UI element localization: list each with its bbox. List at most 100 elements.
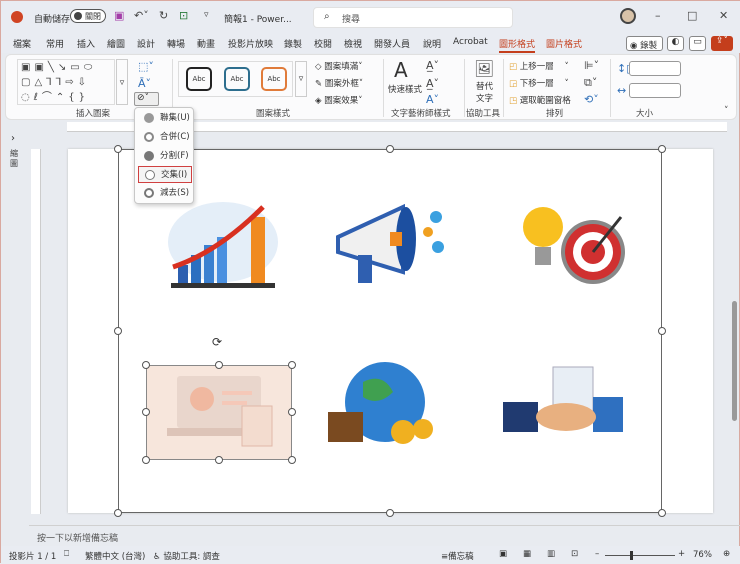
notes-toggle[interactable]: ≡備忘稿 bbox=[441, 550, 474, 562]
tab-design[interactable]: 設計 bbox=[137, 37, 155, 50]
resize-handle[interactable] bbox=[142, 361, 150, 369]
menu-item-fragment[interactable]: 分割(F) bbox=[138, 148, 192, 165]
search-box[interactable]: ⌕ 搜尋 bbox=[313, 7, 513, 28]
close-icon[interactable]: ✕ bbox=[719, 10, 728, 21]
shape-effects-button[interactable]: ◈ 圖案效果˅ bbox=[315, 94, 363, 106]
tab-file[interactable]: 檔案 bbox=[13, 37, 31, 50]
resize-handle[interactable] bbox=[114, 327, 122, 335]
quick-styles-icon[interactable]: A bbox=[394, 58, 408, 82]
shape-outline-button[interactable]: ✎ 圖案外框˅ bbox=[315, 77, 363, 89]
width-input[interactable] bbox=[629, 83, 681, 98]
zoom-slider-thumb[interactable] bbox=[629, 551, 633, 560]
slideshow-icon[interactable]: ⊡ bbox=[571, 549, 578, 559]
spellcheck-icon[interactable]: ⎕ bbox=[64, 549, 69, 559]
resize-handle[interactable] bbox=[114, 145, 122, 153]
group-icon[interactable]: ⧉˅ bbox=[584, 77, 597, 88]
menu-item-combine[interactable]: 合併(C) bbox=[138, 129, 192, 146]
resize-handle[interactable] bbox=[142, 456, 150, 464]
resize-handle[interactable] bbox=[658, 327, 666, 335]
styles-more-button[interactable]: ▿ bbox=[295, 61, 307, 97]
rotate-handle-icon[interactable]: ⟳ bbox=[212, 335, 222, 349]
tab-record[interactable]: 錄製 bbox=[284, 37, 302, 50]
autosave-toggle[interactable]: 關閉 bbox=[70, 9, 106, 23]
thumbnails-label[interactable]: 縮圖 bbox=[10, 149, 20, 169]
rotate-icon[interactable]: ⟲˅ bbox=[584, 94, 599, 105]
resize-handle[interactable] bbox=[288, 456, 296, 464]
merge-shapes-button[interactable]: ⊘˅ bbox=[134, 92, 159, 106]
text-fill-icon[interactable]: A̲˅ bbox=[426, 60, 439, 71]
shapes-more-button[interactable]: ▿ bbox=[116, 59, 128, 105]
collapse-ribbon-icon[interactable]: ˅ bbox=[724, 107, 729, 116]
normal-view-icon[interactable]: ▣ bbox=[499, 549, 507, 559]
alt-text-line1[interactable]: 替代 bbox=[476, 80, 493, 92]
resize-handle[interactable] bbox=[114, 509, 122, 517]
reading-view-icon[interactable]: ▥ bbox=[547, 549, 555, 559]
fit-slide-icon[interactable]: ⊕ bbox=[723, 549, 730, 559]
style-sample-2[interactable]: Abc bbox=[224, 67, 250, 91]
expand-thumbnails-icon[interactable]: › bbox=[11, 133, 15, 144]
text-box-icon[interactable]: Ā˅ bbox=[138, 78, 151, 89]
resize-handle[interactable] bbox=[215, 456, 223, 464]
redo-icon[interactable]: ↻ bbox=[159, 10, 168, 21]
menu-item-subtract[interactable]: 減去(S) bbox=[138, 185, 192, 202]
tab-developer[interactable]: 開發人員 bbox=[374, 37, 410, 50]
tab-review[interactable]: 校閱 bbox=[314, 37, 332, 50]
comments-button[interactable]: ▭ bbox=[689, 36, 706, 51]
resize-handle[interactable] bbox=[142, 408, 150, 416]
slide-sorter-icon[interactable]: ▦ bbox=[523, 549, 531, 559]
save-icon[interactable]: ▣ bbox=[114, 10, 124, 21]
undo-icon[interactable]: ↶˅ bbox=[134, 10, 149, 21]
tab-home[interactable]: 常用 bbox=[46, 37, 64, 50]
tab-acrobat[interactable]: Acrobat bbox=[453, 37, 488, 47]
present-icon[interactable]: ⊡ bbox=[179, 10, 188, 21]
edit-shape-icon[interactable]: ⬚˅ bbox=[138, 61, 154, 72]
scrollbar[interactable] bbox=[732, 301, 737, 421]
text-outline-icon[interactable]: A̲˅ bbox=[426, 78, 439, 89]
zoom-out-button[interactable]: – bbox=[595, 549, 599, 559]
copilot-button[interactable]: ◐ bbox=[667, 36, 684, 51]
resize-handle[interactable] bbox=[288, 408, 296, 416]
customize-qat-icon[interactable]: ▿ bbox=[204, 11, 209, 20]
selected-laptop-image[interactable] bbox=[146, 365, 292, 460]
resize-handle[interactable] bbox=[215, 361, 223, 369]
zoom-level[interactable]: 76% bbox=[693, 550, 712, 560]
align-icon[interactable]: ⊫˅ bbox=[584, 60, 599, 71]
accessibility-status[interactable]: ♿ 協助工具: 調查 bbox=[153, 550, 220, 562]
tab-draw[interactable]: 繪圖 bbox=[107, 37, 125, 50]
style-sample-1[interactable]: Abc bbox=[186, 67, 212, 91]
resize-handle[interactable] bbox=[386, 145, 394, 153]
alt-text-icon[interactable]: 🖼 bbox=[474, 59, 494, 78]
minimize-icon[interactable]: – bbox=[655, 10, 661, 21]
send-backward-button[interactable]: ◲ 下移一層 ˅ bbox=[509, 77, 569, 89]
maximize-icon[interactable]: □ bbox=[687, 10, 697, 21]
bring-forward-button[interactable]: ◰ 上移一層 ˅ bbox=[509, 60, 569, 72]
zoom-slider[interactable] bbox=[605, 551, 675, 560]
resize-handle[interactable] bbox=[658, 145, 666, 153]
height-input[interactable] bbox=[629, 61, 681, 76]
menu-item-union[interactable]: 聯集(U) bbox=[138, 110, 192, 127]
resize-handle[interactable] bbox=[288, 361, 296, 369]
tab-view[interactable]: 檢視 bbox=[344, 37, 362, 50]
shapes-gallery[interactable]: ▣▣╲↘▭⬭ ▢△⅂⅂⇨⇩ ◌ℓ⌒⌃{} bbox=[17, 59, 115, 105]
zoom-in-button[interactable]: + bbox=[678, 549, 685, 559]
resize-handle[interactable] bbox=[386, 509, 394, 517]
tab-help[interactable]: 說明 bbox=[423, 37, 441, 50]
search-input[interactable]: 搜尋 bbox=[342, 12, 360, 25]
user-avatar[interactable] bbox=[620, 8, 636, 24]
language-status[interactable]: 繁體中文 (台灣) bbox=[85, 550, 145, 562]
quick-styles-button[interactable]: 快速樣式 bbox=[388, 83, 422, 95]
menu-item-intersect[interactable]: 交集(I) bbox=[138, 166, 192, 183]
text-effects-icon[interactable]: A˅ bbox=[426, 94, 439, 105]
style-sample-3[interactable]: Abc bbox=[261, 67, 287, 91]
notes-placeholder[interactable]: 按一下以新增備忘稿 bbox=[37, 534, 118, 544]
record-button[interactable]: ◉ 錄製 bbox=[626, 36, 663, 51]
tab-shape-format[interactable]: 圖形格式 bbox=[499, 37, 536, 53]
tab-slideshow[interactable]: 投影片放映 bbox=[228, 37, 273, 50]
resize-handle[interactable] bbox=[658, 509, 666, 517]
alt-text-line2[interactable]: 文字 bbox=[476, 92, 493, 104]
selection-pane-button[interactable]: ◳ 選取範圍窗格 bbox=[509, 94, 571, 106]
shape-fill-button[interactable]: ◇ 圖案填滿˅ bbox=[315, 60, 363, 72]
notes-pane[interactable]: 按一下以新增備忘稿 bbox=[29, 525, 740, 544]
tab-transitions[interactable]: 轉場 bbox=[167, 37, 185, 50]
tab-insert[interactable]: 插入 bbox=[77, 37, 95, 50]
